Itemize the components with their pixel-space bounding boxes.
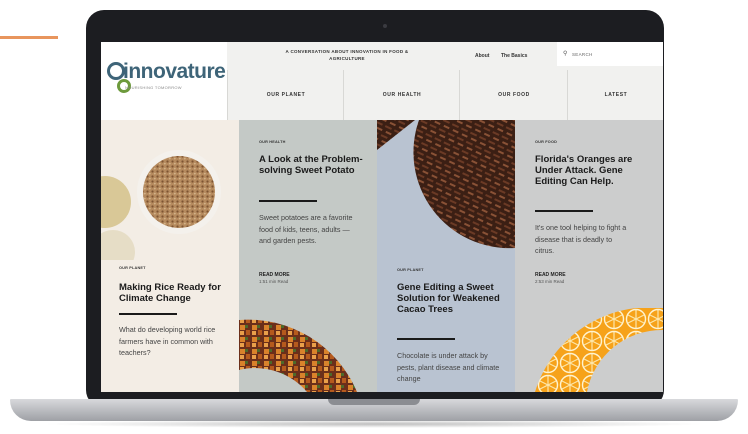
nav-our-food[interactable]: OUR FOOD [459, 70, 568, 120]
orange-slices-image [535, 308, 663, 392]
card-title[interactable]: A Look at the Problem-solving Sweet Pota… [259, 154, 367, 176]
nav-latest[interactable]: LATEST [567, 70, 663, 120]
card-title[interactable]: Gene Editing a Sweet Solution for Weaken… [397, 282, 509, 315]
card-excerpt: Sweet potatoes are a favorite food of ki… [259, 213, 353, 245]
site-tagline: A CONVERSATION ABOUT INNOVATION IN FOOD … [285, 49, 409, 61]
read-time: 2:53 min Read [535, 279, 565, 284]
chocolate-image [377, 120, 515, 249]
about-link[interactable]: About [475, 53, 489, 59]
site-logo[interactable]: innovature NOURISHING TOMORROW [101, 42, 227, 120]
article-card-oranges[interactable]: OUR FOOD Florida's Oranges are Under Att… [515, 120, 663, 392]
card-title[interactable]: Making Rice Ready for Climate Change [119, 282, 231, 304]
main-nav: OUR PLANET OUR HEALTH OUR FOOD LATEST [227, 70, 663, 120]
laptop-screen: innovature NOURISHING TOMORROW A CONVERS… [101, 42, 663, 392]
search-input[interactable]: ⚲ SEARCH [557, 42, 663, 66]
card-rule [535, 210, 593, 212]
article-card-rice[interactable]: OUR PLANET Making Rice Ready for Climate… [101, 120, 239, 392]
card-rule [259, 200, 317, 202]
the-basics-link[interactable]: The Basics [501, 53, 527, 59]
laptop-base [10, 399, 738, 421]
card-excerpt: It's one tool helping to fight a disease… [535, 223, 627, 255]
logo-wordmark: innovature [123, 60, 226, 83]
article-card-cacao[interactable]: OUR PLANET Gene Editing a Sweet Solution… [377, 120, 515, 392]
card-category: OUR FOOD [535, 140, 558, 144]
read-more-link[interactable]: READ MORE [535, 272, 566, 278]
card-rule [397, 338, 455, 340]
card-category: OUR HEALTH [259, 140, 286, 144]
sweet-potato-image [239, 319, 357, 392]
card-rule [119, 313, 177, 315]
laptop-shadow [40, 420, 708, 428]
nav-our-health[interactable]: OUR HEALTH [343, 70, 460, 120]
top-bar: A CONVERSATION ABOUT INNOVATION IN FOOD … [227, 42, 663, 70]
card-category: OUR PLANET [397, 268, 424, 272]
card-title[interactable]: Florida's Oranges are Under Attack. Gene… [535, 154, 645, 187]
laptop-notch [328, 399, 420, 405]
search-icon: ⚲ [563, 51, 568, 57]
accent-line [0, 36, 58, 39]
card-excerpt: What do developing world rice farmers ha… [119, 325, 216, 357]
nav-our-planet[interactable]: OUR PLANET [227, 70, 344, 120]
card-category: OUR PLANET [119, 266, 146, 270]
read-time: 1:51 min Read [259, 279, 289, 284]
search-placeholder: SEARCH [572, 52, 593, 57]
logo-tagline: NOURISHING TOMORROW [125, 85, 182, 90]
card-excerpt: Chocolate is under attack by pests, plan… [397, 351, 500, 383]
rice-bowl-image [101, 150, 221, 260]
read-more-link[interactable]: READ MORE [259, 272, 290, 278]
article-card-sweet-potato[interactable]: OUR HEALTH A Look at the Problem-solving… [239, 120, 377, 392]
webcam [383, 24, 387, 28]
